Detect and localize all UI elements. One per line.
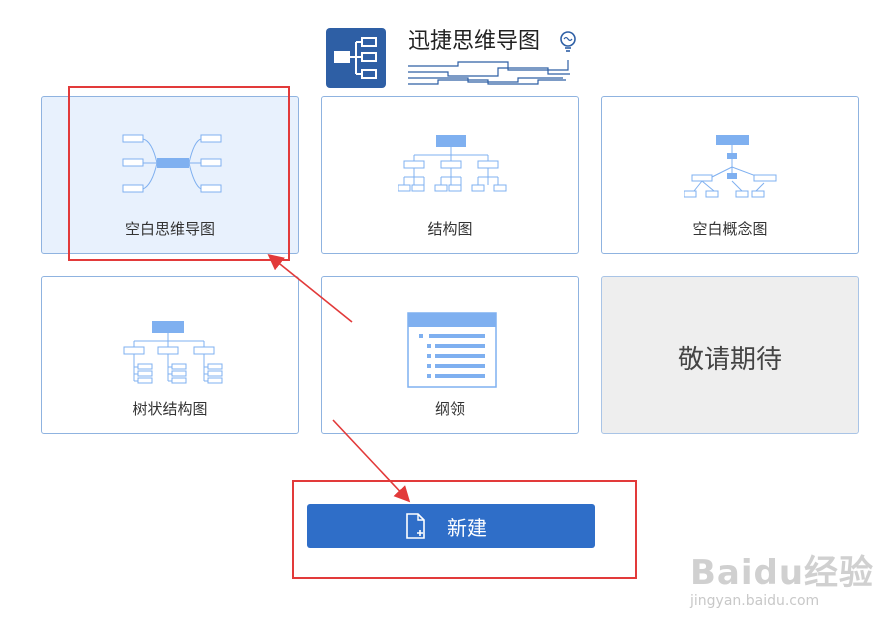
watermark-brand: Baidu经验 bbox=[690, 553, 875, 593]
watermark-url: jingyan.baidu.com bbox=[690, 593, 820, 609]
baidu-watermark: Baidu经验 jingyan.baidu.com bbox=[690, 545, 875, 609]
